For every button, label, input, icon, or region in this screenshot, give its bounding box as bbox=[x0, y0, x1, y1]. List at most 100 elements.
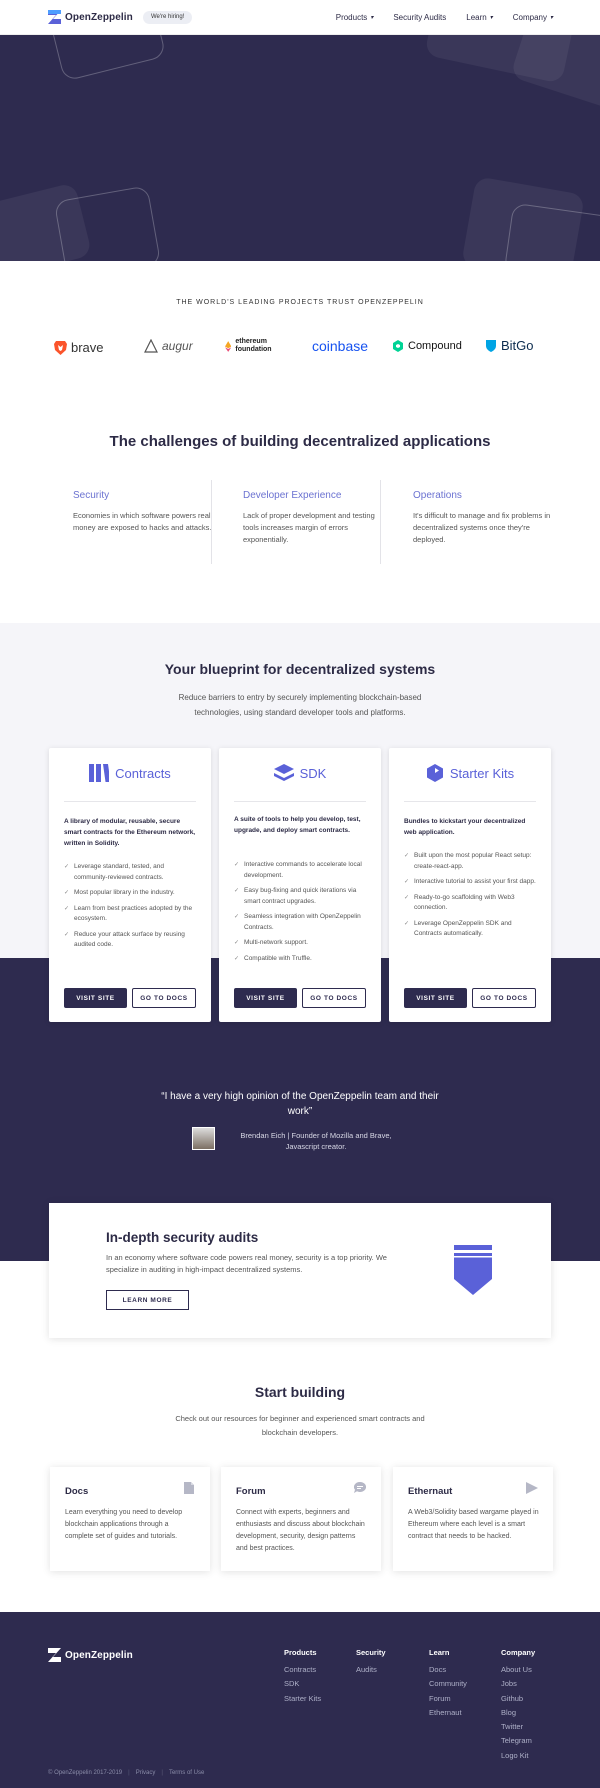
learn-more-button[interactable]: LEARN MORE bbox=[106, 1290, 189, 1310]
footer-link[interactable]: Github bbox=[501, 1692, 535, 1706]
audits-title: In-depth security audits bbox=[106, 1230, 259, 1245]
footer-link[interactable]: Forum bbox=[429, 1692, 467, 1706]
list-item: Most popular library in the industry. bbox=[64, 888, 199, 899]
footer-link[interactable]: Blog bbox=[501, 1706, 535, 1720]
footer-link[interactable]: Starter Kits bbox=[284, 1692, 321, 1706]
footer-link[interactable]: SDK bbox=[284, 1677, 321, 1691]
footer-link[interactable]: Audits bbox=[356, 1663, 386, 1677]
chevron-down-icon: ▾ bbox=[549, 15, 553, 21]
brand-logo[interactable]: OpenZeppelin bbox=[48, 10, 133, 24]
list-item: Reduce your attack surface by reusing au… bbox=[64, 930, 199, 951]
brave-lion-icon bbox=[54, 340, 67, 355]
list-item: Leverage OpenZeppelin SDK and Contracts … bbox=[404, 919, 539, 940]
hero-decor-shape bbox=[46, 35, 167, 82]
resource-text: Learn everything you need to develop blo… bbox=[65, 1509, 183, 1540]
hiring-badge[interactable]: We're hiring! bbox=[143, 11, 193, 24]
list-item: Easy bug-fixing and quick iterations via… bbox=[234, 886, 369, 907]
separator: | bbox=[161, 1770, 163, 1776]
list-item: Multi-network support. bbox=[234, 938, 369, 949]
card-title: Contracts bbox=[115, 765, 171, 781]
testimonial-author: Brendan Eich | Founder of Mozilla and Br… bbox=[240, 1131, 392, 1151]
footer-link[interactable]: Logo Kit bbox=[501, 1749, 535, 1763]
challenge-title: Security bbox=[73, 490, 110, 501]
go-to-docs-button[interactable]: GO TO DOCS bbox=[132, 988, 196, 1008]
footer-link[interactable]: Jobs bbox=[501, 1677, 535, 1691]
feature-list: Leverage standard, tested, and community… bbox=[64, 862, 199, 956]
footer-link[interactable]: About Us bbox=[501, 1663, 535, 1677]
start-building-title: Start building bbox=[254, 1384, 346, 1400]
chat-icon bbox=[354, 1482, 366, 1493]
footer-brand-name: OpenZeppelin bbox=[65, 1649, 133, 1661]
trust-title: THE WORLD'S LEADING PROJECTS TRUST OPENZ… bbox=[176, 299, 424, 306]
footer-bottom: © OpenZeppelin 2017-2019 | Privacy | Ter… bbox=[48, 1770, 204, 1776]
start-building-subtitle: Check out our resources for beginner and… bbox=[175, 1414, 425, 1437]
compound-icon bbox=[393, 340, 403, 352]
column-divider bbox=[211, 480, 212, 564]
challenge-title: Operations bbox=[413, 490, 462, 501]
nav-products[interactable]: Products ▾ bbox=[336, 13, 374, 22]
visit-site-button[interactable]: VISIT SITE bbox=[234, 988, 297, 1008]
resource-title: Forum bbox=[236, 1486, 266, 1497]
divider bbox=[64, 801, 196, 802]
ethereum-diamond-icon bbox=[225, 340, 232, 352]
bitgo-logo: BitGo bbox=[485, 338, 534, 353]
challenge-developer-experience: Developer Experience Lack of proper deve… bbox=[243, 490, 383, 546]
brand-name: OpenZeppelin bbox=[65, 11, 133, 23]
resource-text: A Web3/Solidity based wargame played in … bbox=[408, 1509, 539, 1540]
terms-link[interactable]: Terms of Use bbox=[169, 1770, 204, 1776]
footer-link[interactable]: Contracts bbox=[284, 1663, 321, 1677]
augur-triangle-icon bbox=[144, 339, 158, 353]
list-item: Leverage standard, tested, and community… bbox=[64, 862, 199, 883]
challenge-text: It's difficult to manage and fix problem… bbox=[413, 511, 551, 544]
footer-link[interactable]: Docs bbox=[429, 1663, 467, 1677]
contracts-bars-icon bbox=[89, 764, 110, 782]
coinbase-logo: coinbase bbox=[312, 338, 369, 354]
partner-logos: brave augur ethereum foundation coinbase… bbox=[52, 338, 552, 358]
card-header: Contracts bbox=[49, 764, 211, 782]
footer-logo[interactable]: OpenZeppelin bbox=[48, 1648, 133, 1662]
footer-col-title: Products bbox=[284, 1648, 317, 1657]
zeppelin-z-icon bbox=[48, 10, 61, 24]
footer-col-learn: Learn Docs Community Forum Ethernaut bbox=[429, 1648, 467, 1720]
nav-learn[interactable]: Learn ▾ bbox=[466, 13, 492, 22]
footer-link[interactable]: Telegram bbox=[501, 1734, 535, 1748]
go-to-docs-button[interactable]: GO TO DOCS bbox=[472, 988, 536, 1008]
product-card-contracts: Contracts A library of modular, reusable… bbox=[49, 748, 211, 1022]
footer-link[interactable]: Twitter bbox=[501, 1720, 535, 1734]
copyright: © OpenZeppelin 2017-2019 bbox=[48, 1770, 123, 1776]
card-title: Starter Kits bbox=[449, 765, 515, 781]
list-item: Seamless integration with OpenZeppelin C… bbox=[234, 912, 369, 933]
compound-logo: Compound bbox=[392, 339, 462, 353]
visit-site-button[interactable]: VISIT SITE bbox=[64, 988, 127, 1008]
flag-icon bbox=[526, 1482, 538, 1494]
feature-list: Interactive commands to accelerate local… bbox=[234, 860, 369, 969]
go-to-docs-button[interactable]: GO TO DOCS bbox=[302, 988, 366, 1008]
nav-security-audits[interactable]: Security Audits bbox=[393, 13, 446, 22]
challenge-security: Security Economies in which software pow… bbox=[73, 490, 213, 534]
footer-link[interactable]: Ethernaut bbox=[429, 1706, 467, 1720]
card-lead: A library of modular, reusable, secure s… bbox=[64, 818, 196, 847]
bitgo-shield-icon bbox=[486, 339, 496, 352]
challenges-title: The challenges of building decentralized… bbox=[109, 433, 491, 450]
footer-col-title: Company bbox=[501, 1648, 536, 1657]
resource-card-docs[interactable]: Docs Learn everything you need to develo… bbox=[50, 1467, 210, 1571]
nav-links: Products ▾ Security Audits Learn ▾ Company… bbox=[336, 13, 553, 22]
resource-text: Connect with experts, beginners and enth… bbox=[236, 1509, 365, 1552]
footer-link[interactable]: Community bbox=[429, 1677, 467, 1691]
separator: | bbox=[128, 1770, 130, 1776]
sdk-layers-icon bbox=[273, 764, 294, 781]
resource-title: Docs bbox=[65, 1486, 89, 1497]
list-item: Compatible with Truffle. bbox=[234, 954, 369, 965]
resource-title: Ethernaut bbox=[408, 1486, 453, 1497]
nav-company[interactable]: Company ▾ bbox=[513, 13, 553, 22]
chevron-down-icon: ▾ bbox=[489, 15, 493, 21]
blueprint-title: Your blueprint for decentralized systems bbox=[164, 661, 436, 677]
privacy-link[interactable]: Privacy bbox=[136, 1770, 156, 1776]
blueprint-subtitle: Reduce barriers to entry by securely imp… bbox=[178, 693, 422, 717]
hero-banner bbox=[0, 35, 600, 261]
challenge-text: Lack of proper development and testing t… bbox=[243, 511, 375, 544]
resource-card-forum[interactable]: Forum Connect with experts, beginners an… bbox=[221, 1467, 381, 1571]
resource-card-ethernaut[interactable]: Ethernaut A Web3/Solidity based wargame … bbox=[393, 1467, 553, 1571]
visit-site-button[interactable]: VISIT SITE bbox=[404, 988, 467, 1008]
card-lead: Bundles to kickstart your decentralized … bbox=[404, 818, 526, 836]
